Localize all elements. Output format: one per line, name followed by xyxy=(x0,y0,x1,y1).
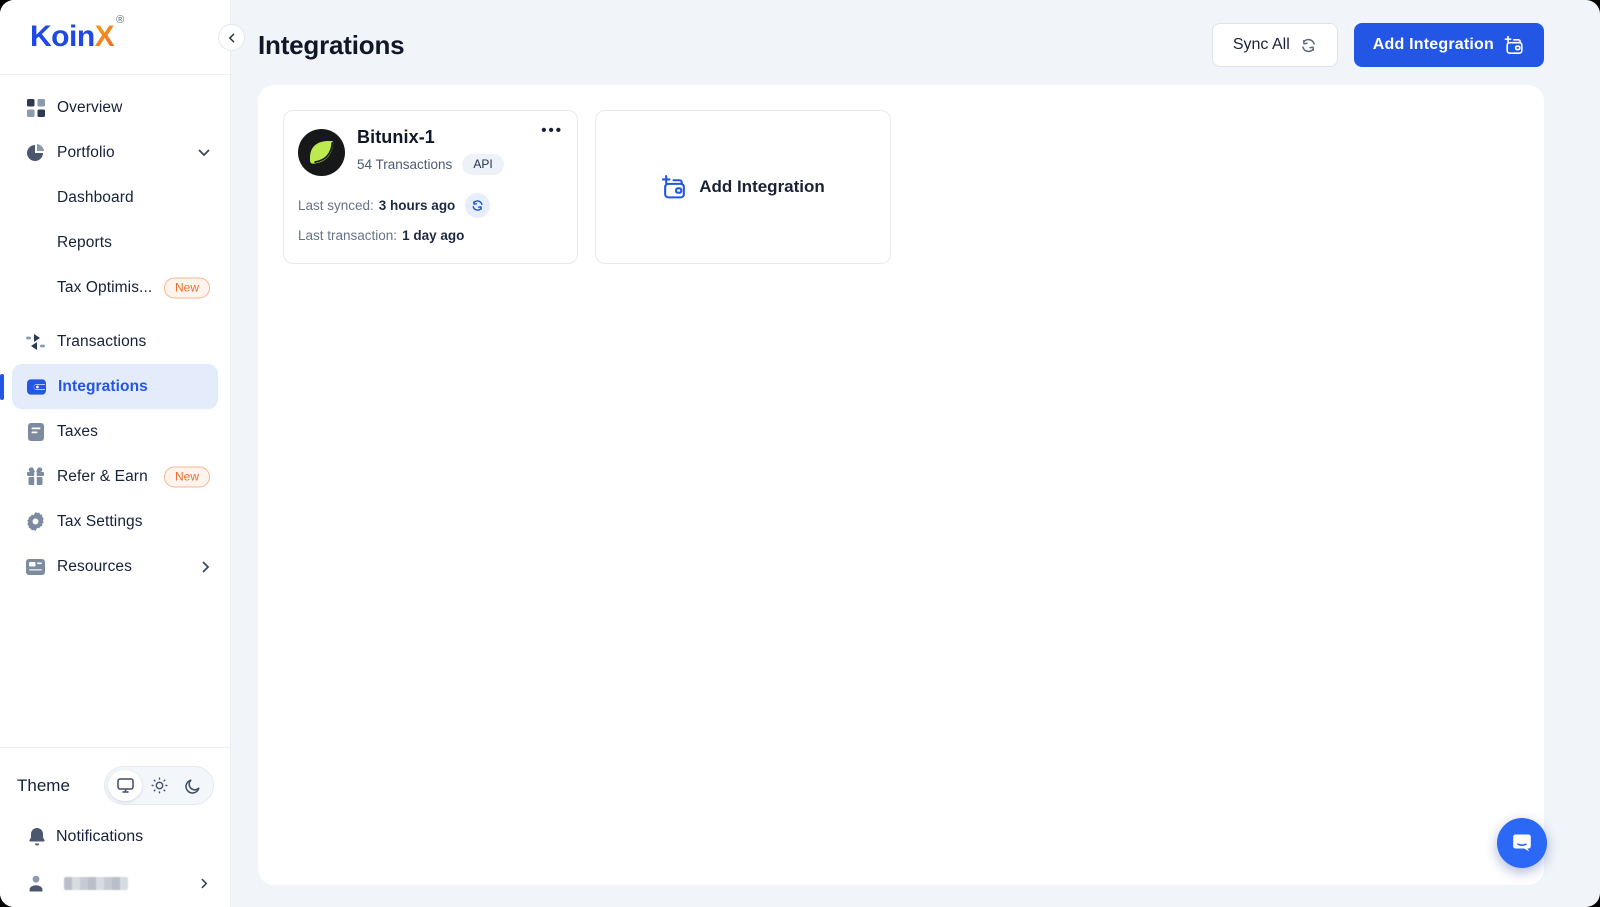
sync-now-button[interactable] xyxy=(465,193,491,218)
user-name-redacted xyxy=(64,877,128,890)
sidebar-item-integrations[interactable]: Integrations xyxy=(0,364,218,409)
sidebar-bottom: Theme Notifications xyxy=(0,747,230,907)
last-synced-label: Last synced: xyxy=(298,198,374,213)
card-subline: 54 Transactions API xyxy=(357,154,504,175)
refresh-icon xyxy=(472,200,483,211)
cards-row: ••• Bitunix-1 54 Transactions API Last s… xyxy=(283,110,1519,264)
sidebar-item-label: Transactions xyxy=(57,332,147,350)
sidebar-item-dashboard[interactable]: Dashboard xyxy=(0,175,230,220)
sidebar-item-label: Portfolio xyxy=(57,143,115,161)
theme-row: Theme xyxy=(0,758,230,813)
theme-light-button[interactable] xyxy=(142,770,176,801)
header-actions: Sync All Add Integration xyxy=(1211,23,1544,67)
card-title-block: Bitunix-1 54 Transactions API xyxy=(357,125,504,175)
registered-mark: ® xyxy=(116,14,124,26)
sidebar-item-resources[interactable]: Resources xyxy=(0,544,230,589)
monitor-icon xyxy=(116,778,134,793)
grid-icon xyxy=(26,98,45,117)
sidebar-item-transactions[interactable]: Transactions xyxy=(0,319,230,364)
add-integration-button[interactable]: Add Integration xyxy=(1353,23,1544,67)
add-integration-card-label: Add Integration xyxy=(699,177,825,196)
chevron-right-icon xyxy=(201,878,208,889)
sun-icon xyxy=(151,777,167,794)
user-avatar-icon xyxy=(27,874,46,893)
sidebar-nav: Overview Portfolio Dashboard Reports Tax… xyxy=(0,75,230,589)
api-badge: API xyxy=(462,154,504,175)
add-integration-label: Add Integration xyxy=(1372,36,1494,53)
notifications-button[interactable]: Notifications xyxy=(0,813,230,860)
sidebar-item-label: Integrations xyxy=(58,377,148,395)
sidebar-item-overview[interactable]: Overview xyxy=(0,85,230,130)
sidebar-item-portfolio[interactable]: Portfolio xyxy=(0,130,230,175)
newspaper-icon xyxy=(26,557,45,576)
notifications-label: Notifications xyxy=(56,827,144,845)
sidebar-item-label: Taxes xyxy=(57,422,98,440)
koinx-logo[interactable]: KoinX ® xyxy=(30,14,124,54)
last-transaction-row: Last transaction: 1 day ago xyxy=(298,228,563,243)
chevron-right-icon[interactable] xyxy=(202,561,210,573)
user-account-row[interactable] xyxy=(0,860,230,907)
chat-bubble-icon xyxy=(1513,834,1531,852)
sidebar-item-tax-optimisation[interactable]: Tax Optimis... New xyxy=(0,265,230,310)
add-wallet-icon xyxy=(1504,35,1523,54)
sidebar-item-label: Reports xyxy=(57,233,112,251)
sidebar-item-label: Resources xyxy=(57,557,132,575)
main-area: Integrations Sync All Add Integration ••… xyxy=(231,0,1600,907)
integration-card-bitunix[interactable]: ••• Bitunix-1 54 Transactions API Last s… xyxy=(283,110,578,264)
logo-text-koin: Koin xyxy=(30,20,95,53)
last-transaction-value: 1 day ago xyxy=(402,228,465,243)
refresh-icon xyxy=(1301,38,1315,52)
moon-icon xyxy=(185,778,200,794)
new-badge: New xyxy=(163,277,210,298)
chat-launcher-button[interactable] xyxy=(1497,818,1547,868)
sidebar: KoinX ® Overview Portfolio Dashboard Rep… xyxy=(0,0,231,907)
logo-bar: KoinX ® xyxy=(0,0,230,75)
pie-chart-icon xyxy=(26,143,45,162)
sidebar-item-taxes[interactable]: Taxes xyxy=(0,409,230,454)
theme-toggle[interactable] xyxy=(104,766,214,805)
sidebar-item-label: Overview xyxy=(57,98,123,116)
last-synced-value: 3 hours ago xyxy=(378,198,456,213)
sidebar-item-reports[interactable]: Reports xyxy=(0,220,230,265)
new-badge: New xyxy=(163,466,210,487)
chevron-down-icon[interactable] xyxy=(198,149,210,157)
active-indicator xyxy=(0,373,4,400)
add-wallet-icon xyxy=(662,174,686,198)
transactions-count: 54 Transactions xyxy=(357,157,453,172)
page-title: Integrations xyxy=(258,29,405,60)
app-window: KoinX ® Overview Portfolio Dashboard Rep… xyxy=(0,0,1600,907)
swap-arrows-icon xyxy=(26,332,45,351)
sidebar-item-label: Tax Optimis... xyxy=(57,278,153,296)
wallet-icon xyxy=(27,377,46,396)
sidebar-collapse-button[interactable] xyxy=(218,24,245,51)
integration-name: Bitunix-1 xyxy=(357,127,435,147)
bitunix-logo xyxy=(298,129,345,176)
sidebar-item-tax-settings[interactable]: Tax Settings xyxy=(0,499,230,544)
theme-label: Theme xyxy=(17,775,70,795)
last-transaction-label: Last transaction: xyxy=(298,228,398,243)
document-icon xyxy=(26,422,45,441)
sidebar-item-label: Tax Settings xyxy=(57,512,143,530)
card-head: Bitunix-1 54 Transactions API xyxy=(298,125,563,176)
page-header: Integrations Sync All Add Integration xyxy=(258,0,1544,90)
logo-text-x: X xyxy=(94,20,115,53)
sync-all-label: Sync All xyxy=(1232,36,1290,53)
sync-all-button[interactable]: Sync All xyxy=(1211,23,1338,67)
theme-system-button[interactable] xyxy=(108,770,142,801)
last-synced-row: Last synced: 3 hours ago xyxy=(298,193,563,218)
sidebar-item-label: Dashboard xyxy=(57,188,134,206)
sidebar-item-label: Refer & Earn xyxy=(57,467,148,485)
integrations-panel: ••• Bitunix-1 54 Transactions API Last s… xyxy=(258,85,1544,885)
add-integration-card[interactable]: Add Integration xyxy=(595,110,891,264)
chevron-left-icon xyxy=(228,33,235,42)
theme-dark-button[interactable] xyxy=(176,770,210,801)
card-menu-button[interactable]: ••• xyxy=(541,123,563,138)
gear-icon xyxy=(26,512,45,531)
sidebar-item-refer-earn[interactable]: Refer & Earn New xyxy=(0,454,230,499)
gift-icon xyxy=(26,467,45,486)
bell-icon xyxy=(27,827,46,846)
